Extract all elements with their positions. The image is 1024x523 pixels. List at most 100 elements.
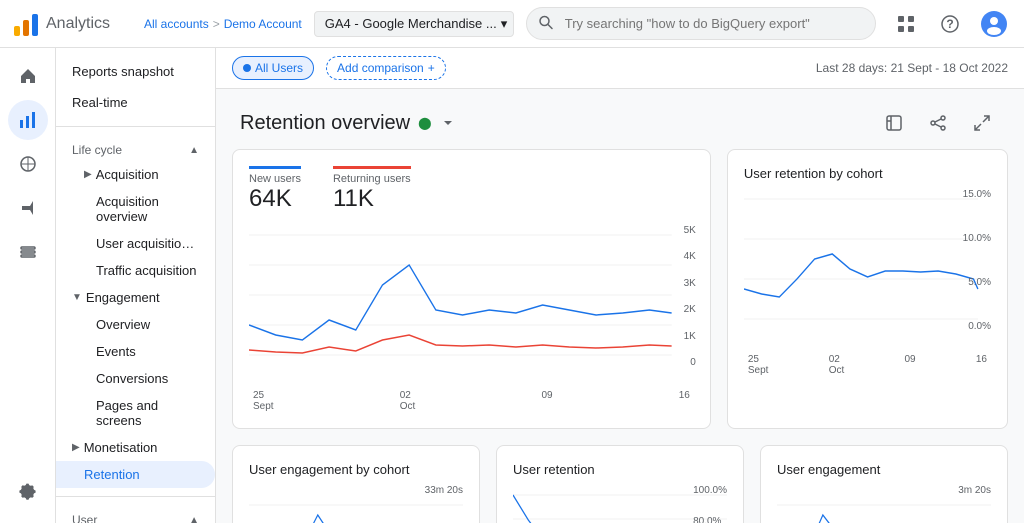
search-bar (526, 7, 876, 40)
user-retention-title: User retention (513, 462, 727, 477)
main-chart-area: 5K4K3K2K1K0 (249, 225, 694, 388)
user-retention-chart-area: 100.0%80.0%60.0%40.0% (513, 485, 727, 523)
page-header-actions (876, 105, 1000, 141)
returning-users-metric: Returning users 11K (333, 166, 411, 213)
user-retention-y-labels: 100.0%80.0%60.0%40.0% (693, 485, 727, 523)
page-title: Retention overview (240, 112, 410, 135)
reports-icon-button[interactable] (8, 100, 48, 140)
returning-users-label: Returning users (333, 173, 411, 185)
settings-icon (18, 481, 38, 501)
icon-sidebar-bottom (8, 471, 48, 523)
chevron-down-page-icon[interactable] (440, 115, 456, 131)
explore-icon (18, 154, 38, 174)
nav-monetisation[interactable]: ▶ Monetisation (56, 434, 215, 461)
all-users-chip[interactable]: All Users (232, 56, 314, 80)
analytics-logo-icon (12, 10, 40, 38)
apps-icon-button[interactable] (888, 6, 924, 42)
page-header: Retention overview ⬤ (216, 89, 1024, 149)
app-title: Analytics (46, 15, 110, 33)
nav-acquisition[interactable]: ▶ Acquisition (56, 161, 215, 188)
nav-pages-screens[interactable]: Pages and screens (56, 392, 215, 434)
nav-traffic-acquisition[interactable]: Traffic acquisition (56, 257, 215, 284)
top-bar: Analytics All accounts > Demo Account GA… (0, 0, 1024, 48)
retention-cohort-title: User retention by cohort (744, 166, 991, 181)
reports-icon (18, 110, 38, 130)
icon-sidebar (0, 48, 56, 523)
nav-conversions[interactable]: Conversions (56, 365, 215, 392)
user-collapse-icon: ▲ (189, 515, 199, 523)
new-returning-users-card: New users 64K Returning users 11K (232, 149, 711, 429)
x-axis-labels: 25Sept02Oct0916 (249, 390, 694, 412)
new-users-value: 64K (249, 185, 301, 213)
help-icon: ? (940, 14, 960, 34)
account-icon-button[interactable] (976, 6, 1012, 42)
bottom-charts-row: User engagement by cohort 33m 20s25m 0s1… (216, 445, 1024, 523)
home-icon-button[interactable] (8, 56, 48, 96)
secondary-bar: All Users Add comparison + Last 28 days:… (216, 48, 1024, 89)
page-title-row: Retention overview ⬤ (240, 112, 456, 135)
configure-icon-button[interactable] (8, 232, 48, 272)
share-icon (929, 114, 947, 132)
breadcrumb-account[interactable]: Demo Account (224, 17, 302, 31)
expand-button[interactable] (964, 105, 1000, 141)
nav-lifecycle-section[interactable]: Life cycle ▲ (56, 135, 215, 161)
new-users-label: New users (249, 173, 301, 185)
settings-icon-button[interactable] (8, 471, 48, 511)
nav-overview[interactable]: Overview (56, 311, 215, 338)
explore-icon-button[interactable] (8, 144, 48, 184)
retention-chart-area: 15.0%10.0%5.0%0.0% (744, 189, 991, 352)
nav-user-section[interactable]: User ▲ (56, 505, 215, 523)
nav-retention[interactable]: Retention (56, 461, 215, 488)
home-icon (18, 66, 38, 86)
nav-reports-snapshot[interactable]: Reports snapshot (56, 56, 215, 87)
nav-realtime[interactable]: Real-time (56, 87, 215, 118)
nav-acquisition-overview[interactable]: Acquisition overview (56, 188, 215, 230)
customize-icon (885, 114, 903, 132)
share-button[interactable] (920, 105, 956, 141)
retention-y-labels: 15.0%10.0%5.0%0.0% (963, 189, 991, 332)
user-engagement-title: User engagement (777, 462, 991, 477)
nav-engagement[interactable]: ▼ Engagement (56, 284, 215, 311)
expand-icon (973, 114, 991, 132)
user-engagement-y-labels: 3m 20s2m 30s1m 40s (958, 485, 991, 523)
status-check-icon: ⬤ (418, 116, 431, 130)
engagement-cohort-card: User engagement by cohort 33m 20s25m 0s1… (232, 445, 480, 523)
new-users-metric: New users 64K (249, 166, 301, 213)
retention-line-chart (744, 189, 991, 349)
help-icon-button[interactable]: ? (932, 6, 968, 42)
search-input[interactable] (526, 7, 876, 40)
user-engagement-chart-area: 3m 20s2m 30s1m 40s (777, 485, 991, 523)
nav-divider-1 (56, 126, 215, 127)
breadcrumb-separator: > (213, 17, 220, 31)
retention-x-labels: 25Sept02Oct0916 (744, 354, 991, 376)
advertising-icon-button[interactable] (8, 188, 48, 228)
chart-metrics: New users 64K Returning users 11K (249, 166, 694, 213)
nav-user-acquisition[interactable]: User acquisition: First user ... (56, 230, 215, 257)
monetisation-expand-icon: ▶ (72, 442, 80, 453)
main-line-chart (249, 225, 694, 385)
main-content: All Users Add comparison + Last 28 days:… (216, 48, 1024, 523)
nav-events[interactable]: Events (56, 338, 215, 365)
advertising-icon (18, 198, 38, 218)
chevron-down-icon: ▾ (501, 16, 508, 32)
account-selector[interactable]: GA4 - Google Merchandise ... ▾ (314, 11, 514, 37)
user-engagement-card: User engagement 3m 20s2m 30s1m 40s (760, 445, 1008, 523)
account-icon (980, 10, 1008, 38)
customize-report-button[interactable] (876, 105, 912, 141)
retention-cohort-card: User retention by cohort 15.0%10.0%5.0%0… (727, 149, 1008, 429)
search-icon (538, 14, 554, 33)
breadcrumb-all-accounts[interactable]: All accounts (144, 17, 209, 31)
engagement-cohort-title: User engagement by cohort (249, 462, 463, 477)
apps-icon (896, 14, 916, 34)
top-bar-actions: ? (888, 6, 1012, 42)
nav-sidebar: Reports snapshot Real-time Life cycle ▲ … (56, 48, 216, 523)
lifecycle-collapse-icon: ▲ (189, 145, 199, 156)
returning-users-value: 11K (333, 185, 411, 213)
charts-row: New users 64K Returning users 11K (216, 149, 1024, 445)
engagement-cohort-y-labels: 33m 20s25m 0s16m 40s (425, 485, 463, 523)
breadcrumb: All accounts > Demo Account (144, 17, 302, 31)
add-comparison-button[interactable]: Add comparison + (326, 56, 446, 80)
acquisition-expand-icon: ▶ (84, 169, 92, 180)
nav-divider-2 (56, 496, 215, 497)
layout: Reports snapshot Real-time Life cycle ▲ … (0, 48, 1024, 523)
